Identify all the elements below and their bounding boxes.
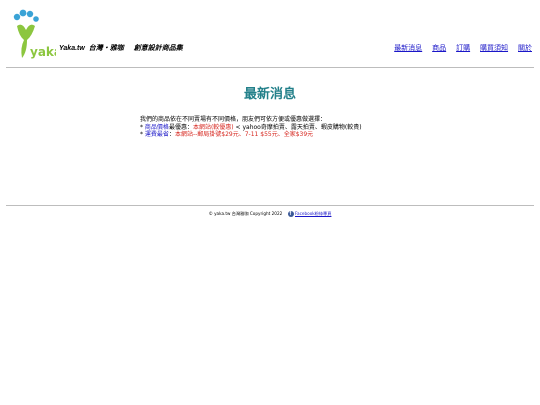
brand-name: Yaka.tw (59, 45, 85, 52)
copyright-text: © yaka.tw 台灣雅咖 Copyright 2022 (208, 211, 283, 216)
yaka-logo[interactable]: yaka (8, 8, 56, 64)
price-mid: 最優惠： (168, 123, 193, 131)
nav-purchase-info[interactable]: 購買須知 (480, 45, 508, 52)
price-highlight: 本網站(較優惠) (192, 123, 234, 131)
shipping-highlight: 本網站--郵局掛號$29元、7-11 $55元、全家$39元 (174, 131, 314, 138)
price-label: 商品價格 (144, 123, 169, 131)
nav-order[interactable]: 訂購 (456, 45, 470, 52)
price-rest: < yahoo奇摩拍賣、露天拍賣、蝦皮購物(較貴) (233, 123, 362, 131)
nav-products[interactable]: 商品 (432, 45, 446, 52)
nav-news[interactable]: 最新消息 (394, 45, 422, 52)
intro-text: 我們的商品依在不同賣場有不同價格，朋友們可依方便或優惠做選擇： (140, 116, 327, 123)
main-nav: 最新消息 商品 訂購 購買須知 關於 (386, 43, 532, 53)
shipping-label: 運費最省 (144, 131, 169, 138)
tagline-part-2: 創意設計商品集 (133, 45, 183, 52)
facebook-icon[interactable] (287, 211, 294, 217)
footer-divider (6, 205, 534, 206)
page-title: 最新消息 (243, 86, 296, 101)
header-divider (6, 67, 534, 68)
logo-text: yaka (30, 45, 56, 59)
site-header: yaka Yaka.tw 台灣・雅咖 創意設計商品集 最新消息 商品 訂購 購買… (0, 0, 540, 66)
tagline-part-1: 台灣・雅咖 (88, 45, 124, 52)
site-tagline: Yaka.tw 台灣・雅咖 創意設計商品集 (59, 43, 183, 53)
shipping-note: * 運費最省：本網站--郵局掛號$29元、7-11 $55元、全家$39元 (140, 131, 362, 139)
site-footer: © yaka.tw 台灣雅咖 Copyright 2022 Facebook粉絲… (0, 211, 540, 217)
facebook-page-link[interactable]: Facebook粉絲專頁 (295, 211, 331, 216)
price-note: * 商品價格最優惠：本網站(較優惠) < yahoo奇摩拍賣、露天拍賣、蝦皮購物… (140, 124, 362, 132)
news-content: 我們的商品依在不同賣場有不同價格，朋友們可依方便或優惠做選擇： * 商品價格最優… (140, 116, 362, 139)
nav-about[interactable]: 關於 (518, 45, 532, 52)
